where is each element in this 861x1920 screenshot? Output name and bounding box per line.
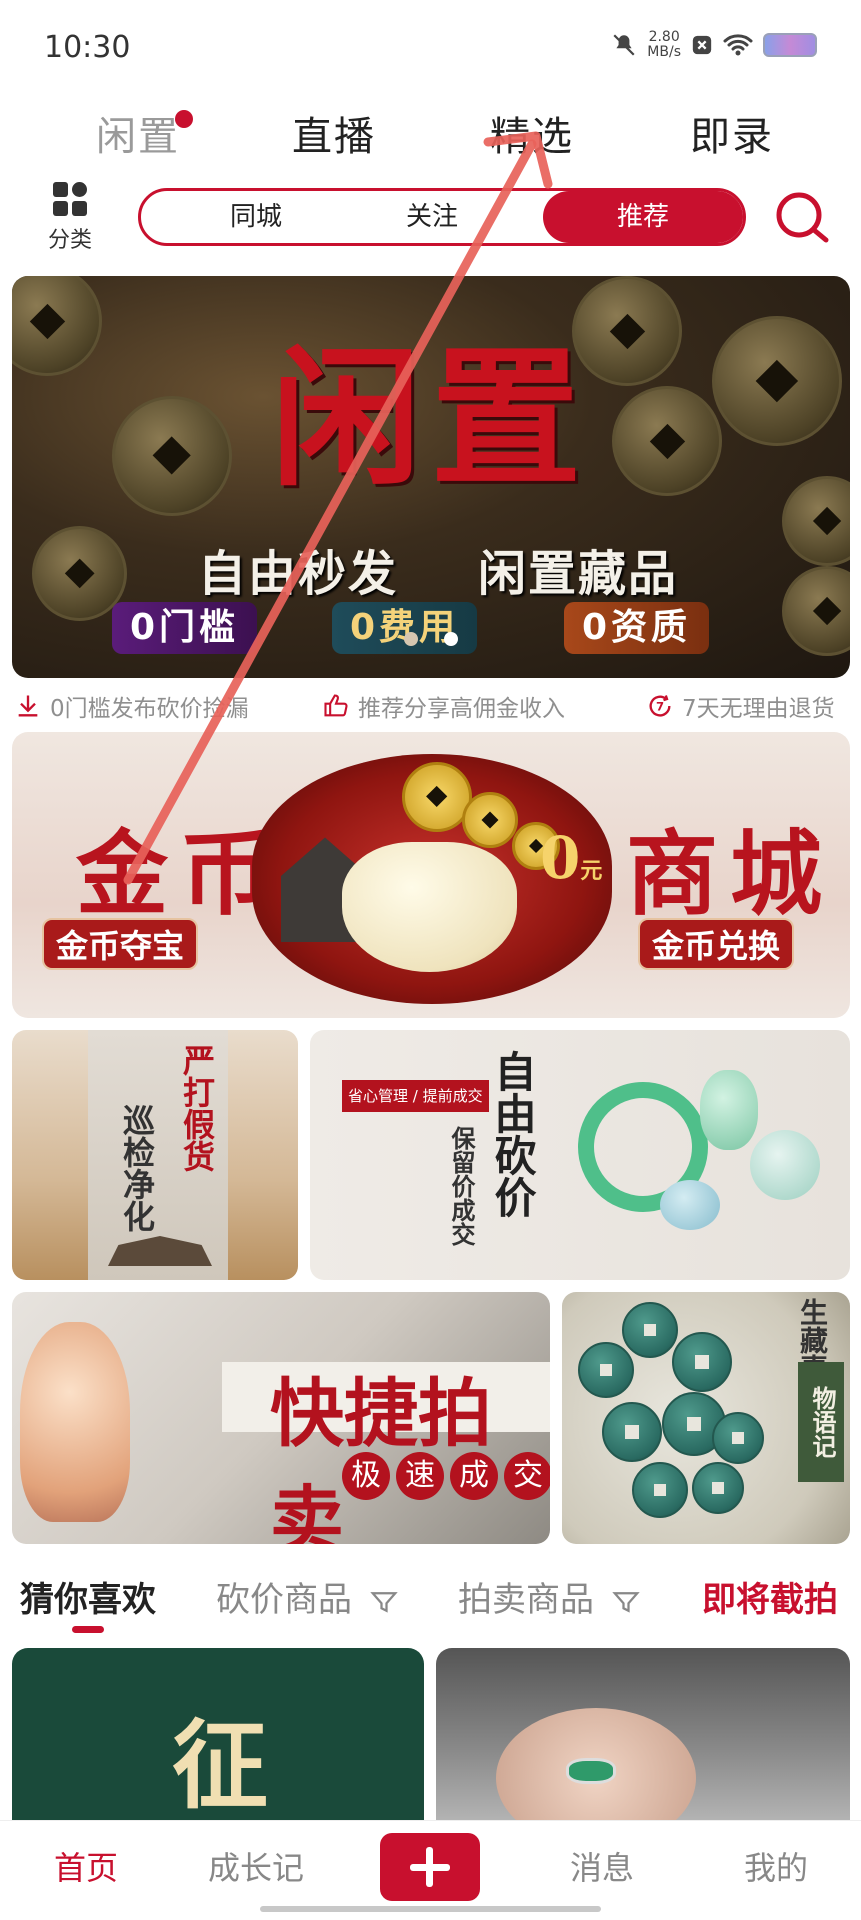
- funnel-icon: [612, 1591, 640, 1613]
- banner-title: 闲置: [270, 331, 591, 507]
- product-card[interactable]: 征: [12, 1648, 424, 1820]
- chip-zero-fee: 0费用: [332, 602, 478, 654]
- net-speed: 2.80 MB/s: [647, 30, 681, 60]
- category-button[interactable]: 分类: [40, 182, 100, 256]
- auction-ball-3: 成: [450, 1452, 498, 1500]
- nav-growth[interactable]: 成长记: [208, 1843, 304, 1889]
- publish-plus-button[interactable]: [380, 1833, 480, 1901]
- banner-subtitle-right: 闲置藏品: [478, 546, 679, 602]
- tile-collection-story[interactable]: 生藏喜不生然 物语记: [562, 1292, 850, 1544]
- mute-bell-icon: [613, 34, 635, 56]
- coin-exchange-button[interactable]: 金币兑换: [638, 918, 795, 970]
- auction-title: 快捷拍卖: [270, 1371, 492, 1544]
- status-time: 10:30: [44, 30, 131, 65]
- coin-mall-price: 0元: [540, 824, 603, 892]
- tab-idle-badge: [175, 110, 193, 128]
- seven-day-icon: 7: [649, 695, 671, 717]
- svg-text:7: 7: [656, 700, 664, 714]
- status-bar: 10:30 2.80 MB/s: [0, 0, 861, 100]
- segment-local[interactable]: 同城: [181, 191, 331, 243]
- coin-mall-title-right: 商城: [626, 820, 835, 928]
- battery-icon: [763, 33, 817, 57]
- status-icons: 2.80 MB/s: [611, 30, 817, 60]
- auction-ball-4: 交: [504, 1452, 550, 1500]
- carousel-dot-2[interactable]: [444, 632, 458, 646]
- product-card-text: 征: [172, 1709, 268, 1820]
- notification-x-icon: [692, 35, 712, 55]
- product-card[interactable]: [436, 1648, 850, 1820]
- feature-row: 0门槛发布砍价捡漏 推荐分享高佣金收入 7 7天无理由退货: [0, 686, 861, 726]
- chip-zero-threshold: 0门槛: [112, 602, 258, 654]
- thumbs-up-icon: [324, 694, 348, 717]
- bottom-nav: 首页 成长记 消息 我的: [0, 1820, 861, 1920]
- feature-share-commission: 推荐分享高佣金收入: [322, 689, 565, 723]
- filter-bargain-goods[interactable]: 砍价商品: [216, 1572, 399, 1621]
- coin-mall-banner[interactable]: 金币 商城 0元 金币夺宝 金币兑换: [12, 732, 850, 1018]
- category-label: 分类: [47, 228, 92, 253]
- net-speed-value: 2.80: [648, 29, 680, 45]
- segment-recommend[interactable]: 推荐: [543, 191, 743, 243]
- tab-live[interactable]: 直播: [292, 104, 376, 162]
- feature-free-listing: 0门槛发布砍价捡漏: [14, 689, 249, 723]
- search-button[interactable]: [772, 188, 832, 248]
- feature-text: 推荐分享高佣金收入: [358, 696, 565, 722]
- tile-quick-auction[interactable]: 快捷拍卖 极 速 成 交: [12, 1292, 550, 1544]
- crackdown-line2: 巡检净化: [118, 1104, 156, 1232]
- funnel-icon: [370, 1591, 398, 1613]
- jade-cup-image: [342, 842, 517, 972]
- wifi-icon: [723, 34, 753, 56]
- home-indicator[interactable]: [260, 1906, 601, 1912]
- feed-switch: 同城 关注 推荐: [138, 188, 746, 246]
- app-screen: 10:30 2.80 MB/s 闲置 直播 精选 即录 分类 同城 关注 推荐 …: [0, 0, 861, 1920]
- filter-bar: 分类 同城 关注 推荐: [0, 178, 861, 258]
- coin-lottery-button[interactable]: 金币夺宝: [42, 918, 199, 970]
- top-tabs: 闲置 直播 精选 即录: [0, 100, 861, 170]
- auction-ball-1: 极: [342, 1452, 390, 1500]
- nav-mine[interactable]: 我的: [744, 1843, 808, 1889]
- feature-text: 7天无理由退货: [682, 696, 835, 722]
- banner-subtitle-left: 自由秒发: [198, 546, 399, 602]
- active-filter-indicator: [72, 1626, 104, 1633]
- tile-free-bargain[interactable]: 省心管理 / 提前成交 自由砍价 保留价成交: [310, 1030, 850, 1280]
- bargain-tag: 省心管理 / 提前成交: [342, 1080, 489, 1112]
- tab-record[interactable]: 即录: [690, 104, 774, 162]
- chip-zero-qualification: 0资质: [564, 602, 710, 654]
- bargain-subtitle: 保留价成交: [447, 1126, 476, 1246]
- filter-guess-you-like[interactable]: 猜你喜欢: [20, 1572, 156, 1621]
- tile-anti-counterfeit[interactable]: 严打假货 巡检净化: [12, 1030, 298, 1280]
- feed-filter-tabs: 猜你喜欢 砍价商品 拍卖商品 即将截拍: [0, 1562, 861, 1632]
- jade-figurine-image: [20, 1322, 130, 1522]
- filter-auction-goods[interactable]: 拍卖商品: [458, 1572, 641, 1621]
- filter-ending-soon[interactable]: 即将截拍: [702, 1572, 838, 1621]
- crackdown-line1: 严打假货: [178, 1044, 216, 1172]
- tab-idle[interactable]: 闲置: [96, 104, 180, 162]
- net-speed-unit: MB/s: [647, 44, 681, 60]
- tab-featured[interactable]: 精选: [490, 104, 574, 162]
- story-title-box: 物语记: [798, 1362, 844, 1482]
- search-icon: [776, 192, 829, 243]
- download-icon: [18, 695, 38, 717]
- carousel-dot-1[interactable]: [404, 632, 418, 646]
- feature-text: 0门槛发布砍价捡漏: [50, 696, 249, 722]
- nav-home[interactable]: 首页: [54, 1843, 118, 1889]
- auction-ball-2: 速: [396, 1452, 444, 1500]
- nav-messages[interactable]: 消息: [570, 1843, 634, 1889]
- bargain-title: 自由砍价: [488, 1050, 537, 1218]
- grid-icon: [53, 182, 87, 216]
- segment-following[interactable]: 关注: [357, 191, 507, 243]
- hero-banner[interactable]: 闲置 自由秒发 闲置藏品 0门槛 0费用 0资质: [12, 276, 850, 678]
- feature-seven-day-return: 7 7天无理由退货: [646, 689, 835, 723]
